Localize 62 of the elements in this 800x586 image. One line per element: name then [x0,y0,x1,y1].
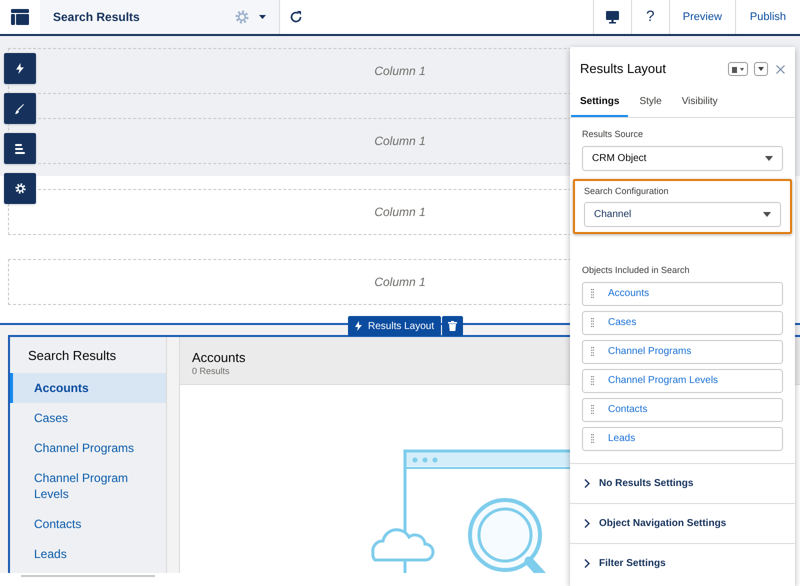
layout-switch-button[interactable] [728,62,748,76]
layout-icon[interactable] [11,9,29,25]
monitor-icon [606,10,619,24]
results-title: Accounts [192,350,246,365]
section-toggle[interactable]: Filter Settings [570,542,795,582]
section-toggle[interactable]: No Results Settings [570,462,795,502]
nav-item[interactable]: Cases [10,402,166,432]
brush-icon [15,104,25,114]
drag-handle-icon[interactable] [591,318,594,327]
object-item[interactable]: Contacts [582,398,783,422]
caret-icon [763,212,771,217]
close-icon[interactable] [776,64,785,74]
dropdown-button[interactable] [754,62,768,76]
results-count: 0 Results [192,365,230,378]
caret-icon [259,15,266,19]
field-label: Objects Included in Search [582,264,691,277]
panel-tab[interactable]: Settings [571,91,628,117]
nav-item[interactable]: Contacts [10,508,166,538]
nav-item[interactable]: Leads [10,538,166,568]
bolt-icon [16,63,24,74]
preview-button[interactable]: Preview [668,0,735,34]
delete-button[interactable] [442,316,464,336]
bolt-icon [355,321,362,331]
nav-title: Search Results [28,347,118,365]
caret-icon [740,68,744,70]
object-item[interactable]: Channel Programs [582,340,783,364]
actions-button[interactable] [4,53,36,84]
drag-handle-icon[interactable] [591,347,594,356]
caret-icon [765,156,773,160]
section-toggle[interactable]: Object Navigation Settings [570,502,795,542]
caret-icon [758,67,764,71]
gear-icon [235,10,249,24]
select-field[interactable]: Channel [584,202,781,227]
object-item[interactable]: Cases [582,310,783,334]
list-icon [15,144,25,154]
field-label: Results Source [582,128,644,141]
panel-tab[interactable]: Style [630,91,671,117]
drag-handle-icon[interactable] [591,405,594,414]
object-item[interactable]: Channel Program Levels [582,368,783,392]
drag-handle-icon[interactable] [591,434,594,443]
drag-handle-icon[interactable] [591,289,594,298]
page-name: Search Results [53,9,141,26]
object-item[interactable]: Leads [582,426,783,450]
select-field[interactable]: CRM Object [582,146,783,170]
components-button[interactable] [4,133,36,164]
settings-icon [14,183,26,194]
panel-tab[interactable]: Visibility [672,91,727,117]
publish-button[interactable]: Publish [734,0,800,34]
drag-handle-icon[interactable] [591,376,594,385]
theme-button[interactable] [4,93,36,124]
nav-item[interactable]: Channel Programs [10,432,166,462]
panel-title: Results Layout [580,60,667,78]
object-item[interactable]: Accounts [582,282,783,306]
nav-item[interactable]: Channel Program Levels [10,462,166,508]
settings-button[interactable] [4,173,36,204]
page-selector[interactable]: Search Results [40,0,280,34]
help-button[interactable]: ? [630,0,669,34]
refresh-icon[interactable] [289,10,303,24]
trash-icon [448,321,458,331]
component-name: Results Layout [368,320,434,334]
component-label[interactable]: Results Layout [348,316,442,336]
nav-item[interactable]: Accounts [10,372,166,402]
